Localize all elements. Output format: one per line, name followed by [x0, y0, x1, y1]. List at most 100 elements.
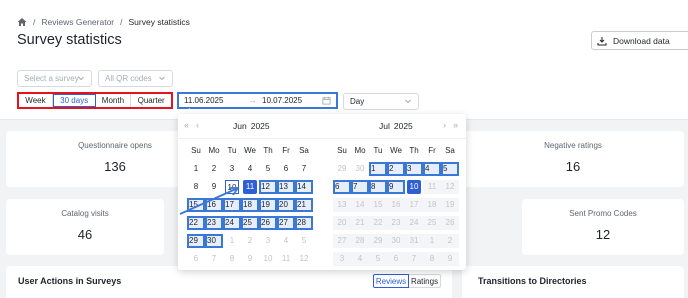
toggle-ratings-button[interactable]: Ratings [409, 274, 441, 288]
stat-value: 12 [595, 227, 611, 242]
calendar-day[interactable]: 12 [259, 180, 277, 194]
right-month-year[interactable]: 2025 [394, 121, 413, 131]
calendar-day: 9 [441, 252, 459, 266]
calendar-day[interactable]: 25 [241, 216, 259, 230]
chevron-down-icon [159, 76, 165, 81]
home-icon[interactable] [17, 17, 27, 27]
calendar-day[interactable]: 11 [243, 180, 257, 194]
left-month-year[interactable]: 2025 [251, 121, 270, 131]
calendar-day[interactable]: 30 [353, 162, 367, 176]
calendar-day[interactable]: 19 [259, 198, 277, 212]
date-range-calendar-popup: « ‹ Jun 2025 Jul 2025 › » Su Mo Tu We Th Fr Sa 1 2… [178, 114, 466, 270]
calendar-day[interactable]: 9 [387, 180, 405, 194]
calendar-day[interactable]: 2 [387, 162, 405, 176]
calendar-day[interactable]: 9 [207, 180, 221, 194]
right-month-title[interactable]: Jul 2025 [379, 121, 417, 131]
prev-year-button[interactable]: « [184, 120, 189, 130]
stat-value: 46 [77, 227, 93, 242]
calendar-day[interactable]: 13 [277, 180, 295, 194]
calendar-day[interactable]: 10 [407, 180, 421, 194]
calendar-day[interactable]: 14 [295, 180, 313, 194]
calendar-day[interactable]: 24 [223, 216, 241, 230]
period-quarter-button[interactable]: Quarter [131, 94, 171, 107]
calendar-day[interactable]: 1 [225, 234, 239, 248]
calendar-day[interactable]: 1 [369, 162, 387, 176]
calendar-day[interactable]: 2 [207, 162, 221, 176]
calendar-day[interactable]: 8 [189, 180, 203, 194]
arrow-right-icon: → [248, 95, 257, 105]
calendar-day[interactable]: 4 [279, 234, 293, 248]
breadcrumb: / Reviews Generator / Survey statistics [17, 17, 190, 27]
granularity-select[interactable]: Day [343, 93, 419, 110]
prev-month-button[interactable]: ‹ [196, 120, 199, 130]
calendar-day[interactable]: 8 [225, 252, 239, 266]
period-week-button[interactable]: Week [19, 94, 53, 107]
calendar-day[interactable]: 30 [205, 234, 223, 248]
calendar-icon [322, 96, 331, 105]
calendar-day[interactable]: 17 [223, 198, 241, 212]
calendar-day: 8 [423, 252, 441, 266]
calendar-day[interactable]: 26 [259, 216, 277, 230]
calendar-day[interactable]: 8 [369, 180, 387, 194]
calendar-day: 24 [405, 216, 423, 230]
breadcrumb-reviews-generator[interactable]: Reviews Generator [41, 17, 114, 27]
calendar-day: 14 [351, 198, 369, 212]
stat-label: Sent Promo Codes [569, 209, 637, 218]
weekday-header: Fr [428, 146, 436, 155]
calendar-day[interactable]: 21 [295, 198, 313, 212]
calendar-day[interactable]: 9 [243, 252, 257, 266]
calendar-day[interactable]: 23 [205, 216, 223, 230]
calendar-day[interactable]: 18 [241, 198, 259, 212]
calendar-day[interactable]: 3 [225, 162, 239, 176]
calendar-day[interactable]: 3 [405, 162, 423, 176]
qr-code-select[interactable]: All QR codes [98, 70, 173, 87]
calendar-day[interactable]: 7 [351, 180, 369, 194]
calendar-day[interactable]: 4 [423, 162, 441, 176]
left-month-name[interactable]: Jun [233, 121, 247, 131]
calendar-day[interactable]: 27 [277, 216, 295, 230]
calendar-day: 18 [423, 198, 441, 212]
calendar-day[interactable]: 5 [441, 162, 459, 176]
calendar-day: 21 [351, 216, 369, 230]
weekday-header: Th [263, 146, 273, 155]
period-month-button[interactable]: Month [96, 94, 132, 107]
calendar-day[interactable]: 3 [261, 234, 275, 248]
survey-select[interactable]: Select a survey [17, 70, 92, 87]
chevron-down-icon [405, 99, 411, 104]
weekday-header: Sa [445, 146, 455, 155]
calendar-day[interactable]: 6 [333, 180, 351, 194]
calendar-day: 28 [351, 234, 369, 248]
date-range-picker[interactable]: 11.06.2025 → 10.07.2025 [177, 92, 338, 109]
calendar-day[interactable]: 6 [189, 252, 203, 266]
calendar-day[interactable]: 5 [261, 162, 275, 176]
calendar-day[interactable]: 6 [279, 162, 293, 176]
calendar-day[interactable]: 22 [187, 216, 205, 230]
calendar-day[interactable]: 20 [277, 198, 295, 212]
calendar-day[interactable]: 16 [205, 198, 223, 212]
download-data-button[interactable]: Download data [591, 31, 688, 50]
calendar-day[interactable]: 7 [297, 162, 311, 176]
date-from-input[interactable]: 11.06.2025 [184, 96, 223, 105]
calendar-day[interactable]: 1 [189, 162, 203, 176]
next-year-button[interactable]: » [453, 120, 458, 130]
calendar-day[interactable]: 5 [297, 234, 311, 248]
left-month-title[interactable]: Jun 2025 [233, 121, 274, 131]
calendar-day[interactable]: 28 [295, 216, 313, 230]
calendar-day[interactable]: 29 [187, 234, 205, 248]
calendar-day[interactable]: 2 [243, 234, 257, 248]
calendar-day[interactable]: 10 [225, 180, 239, 194]
calendar-day[interactable]: 12 [297, 252, 311, 266]
calendar-day[interactable]: 29 [335, 162, 349, 176]
next-month-button[interactable]: › [443, 120, 446, 130]
date-to-input[interactable]: 10.07.2025 [262, 96, 302, 105]
calendar-day[interactable]: 11 [279, 252, 293, 266]
period-30-days-button[interactable]: 30 days [52, 94, 96, 107]
calendar-day: 11 [423, 180, 441, 194]
calendar-day[interactable]: 4 [243, 162, 257, 176]
right-month-name[interactable]: Jul [379, 121, 390, 131]
calendar-day[interactable]: 15 [187, 198, 205, 212]
calendar-day[interactable]: 10 [261, 252, 275, 266]
toggle-reviews-button[interactable]: Reviews [373, 274, 409, 288]
calendar-day: 6 [387, 252, 405, 266]
calendar-day[interactable]: 7 [207, 252, 221, 266]
